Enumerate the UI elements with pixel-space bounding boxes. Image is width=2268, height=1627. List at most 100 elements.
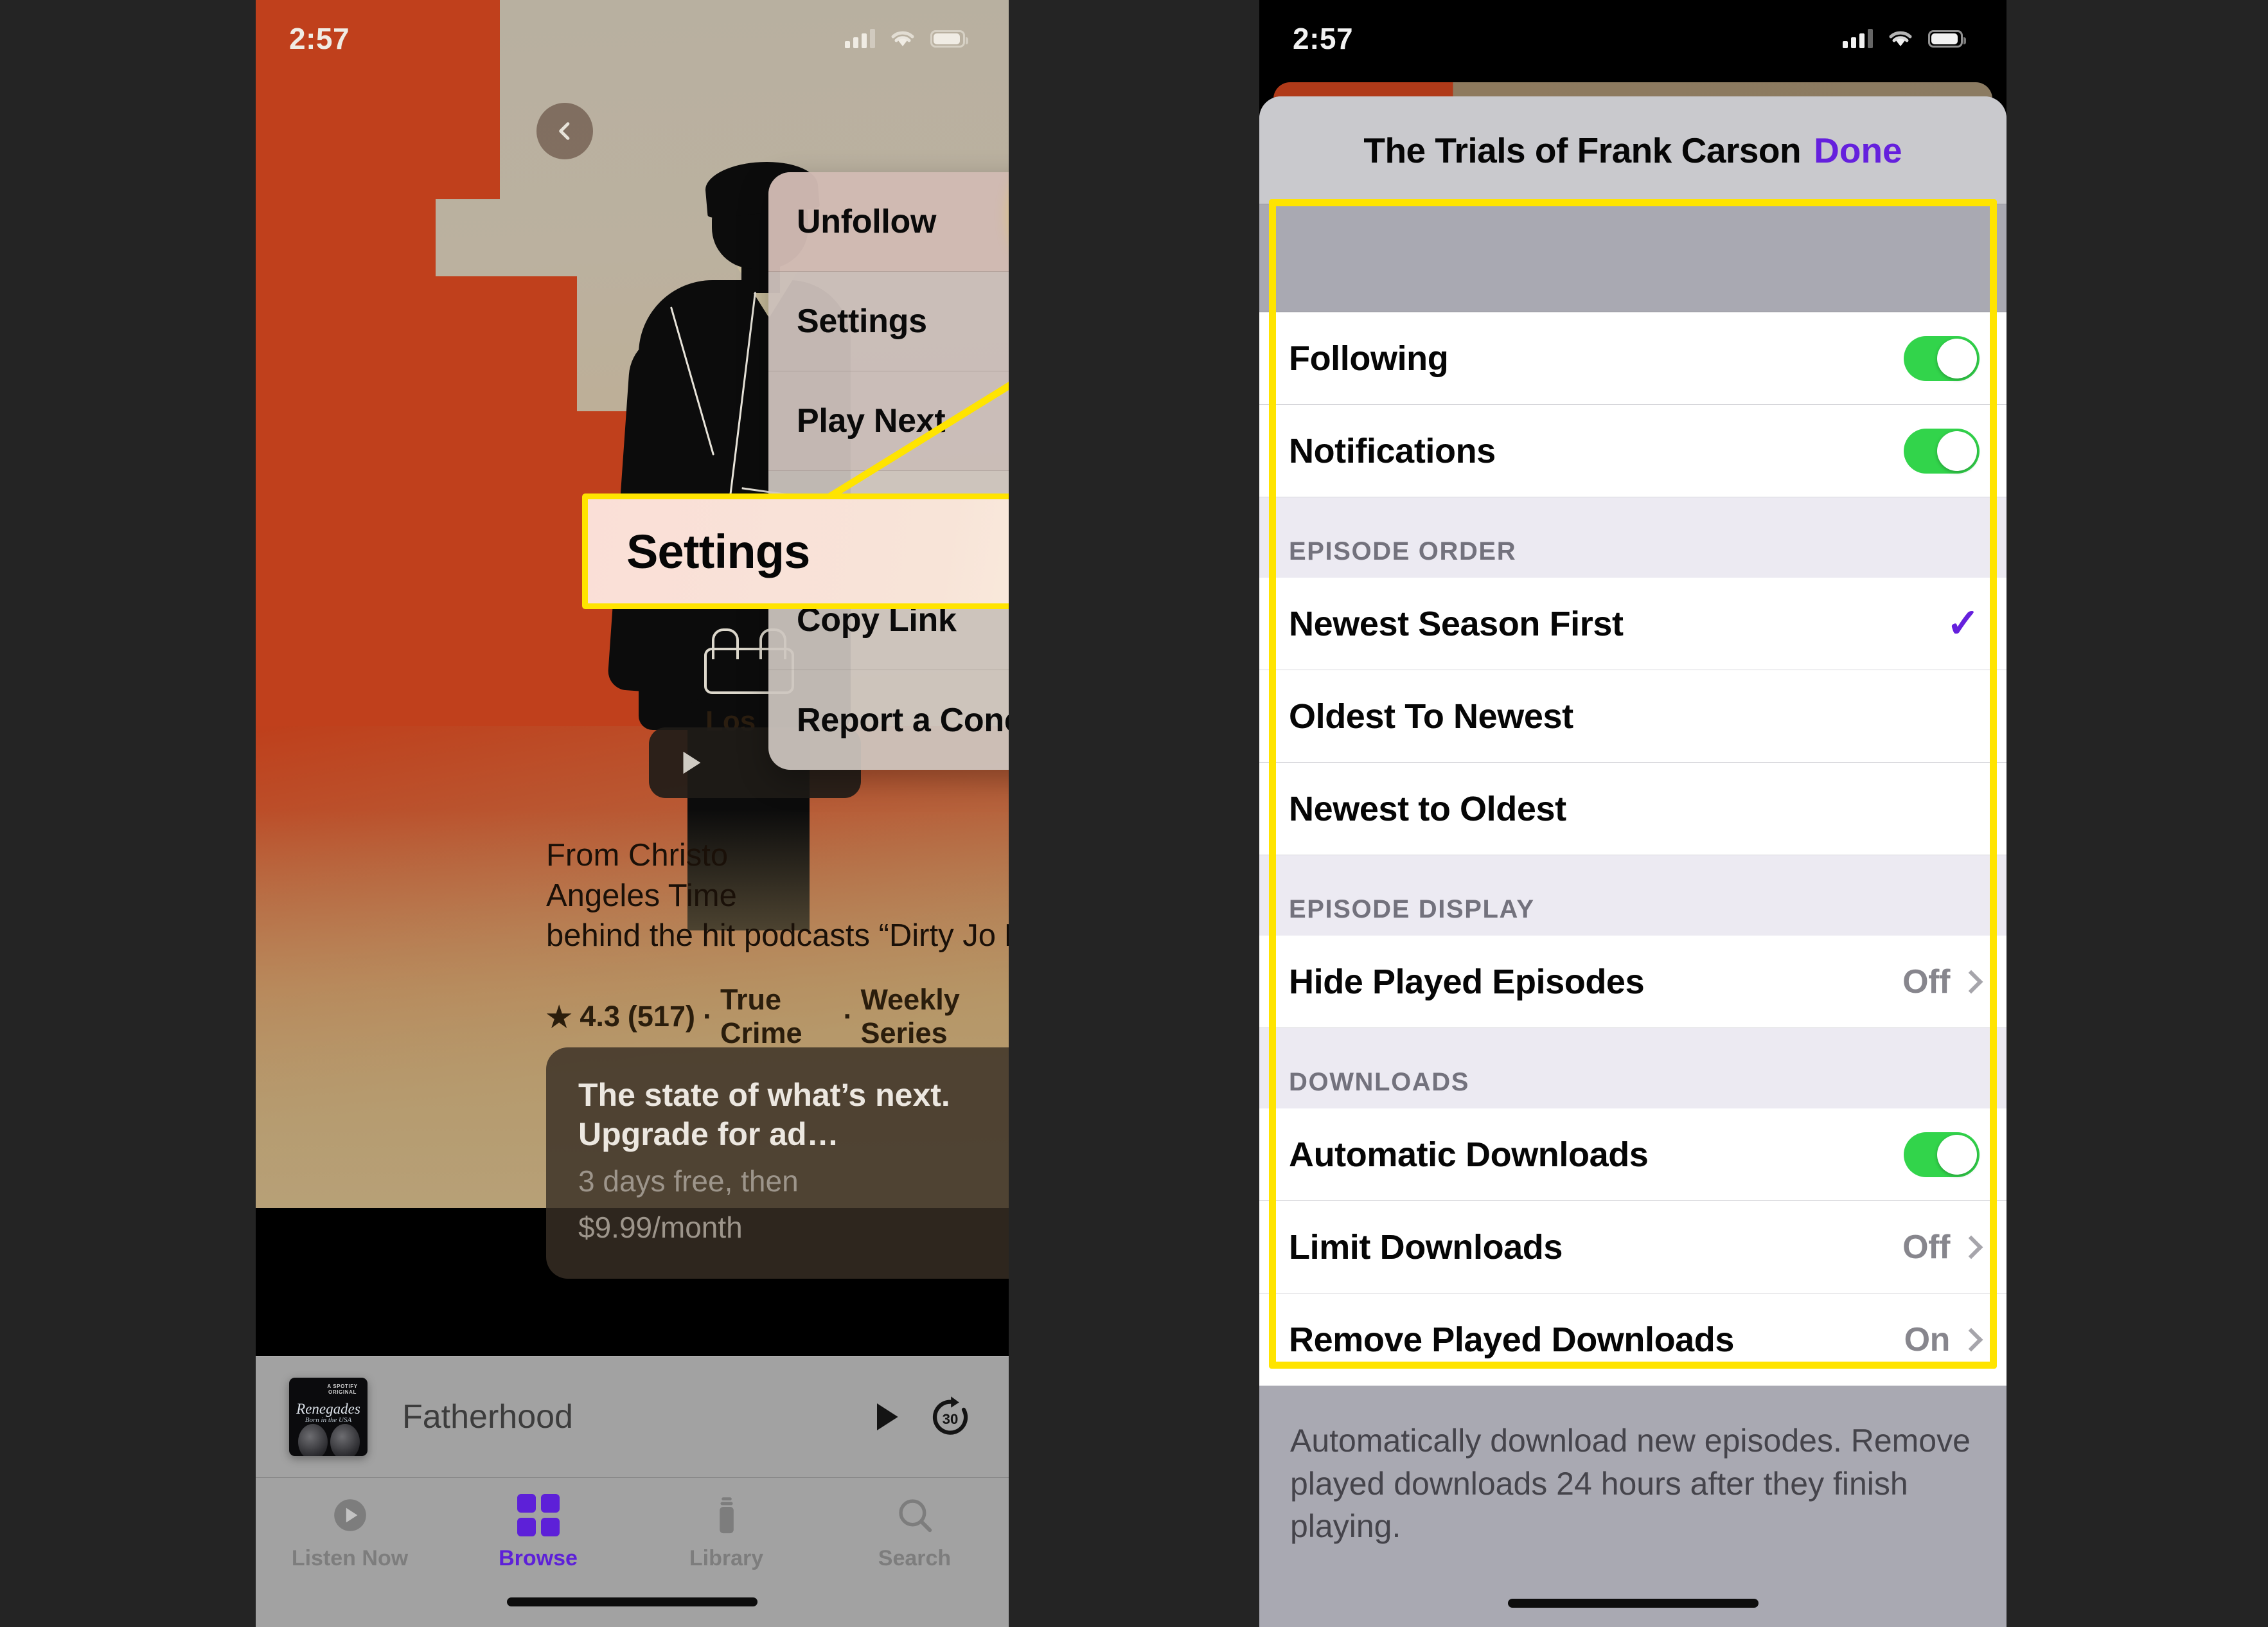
battery-icon	[930, 30, 968, 48]
desc-line-2: Angeles Time	[546, 878, 737, 913]
skip-forward-30-icon: 30	[932, 1396, 968, 1435]
tab-library[interactable]: Library	[632, 1492, 820, 1571]
tab-browse[interactable]: Browse	[444, 1492, 632, 1571]
tab-listen-now[interactable]: Listen Now	[256, 1492, 444, 1571]
promo-title: The state of what’s next. Upgrade for ad…	[578, 1077, 950, 1152]
settings-sheet: The Trials of Frank Carson Done Followin…	[1259, 96, 2007, 1627]
cadence-label: Weekly Series	[860, 983, 960, 1049]
downloads-footer-text: Automatically download new episodes. Rem…	[1290, 1423, 1971, 1544]
show-meta: ★ 4.3 (517) · True Crime · Weekly Series	[546, 983, 1009, 1050]
tab-label: Library	[689, 1546, 764, 1570]
row-label: Hide Played Episodes	[1289, 962, 1645, 1001]
row-newest-season-first[interactable]: Newest Season First ✓	[1259, 578, 2007, 670]
row-label: Remove Played Downloads	[1289, 1320, 1735, 1359]
cellular-signal-icon	[1843, 29, 1873, 48]
row-remove-played-downloads[interactable]: Remove Played Downloads On	[1259, 1294, 2007, 1386]
home-indicator	[1507, 1599, 1759, 1608]
browse-grid-icon	[517, 1492, 560, 1538]
status-time: 2:57	[289, 22, 350, 55]
subscription-promo-card[interactable]: The state of what’s next. Upgrade for ad…	[546, 1047, 1009, 1279]
left-phone-screen: 2:57 From Christo Angeles Time behind th…	[256, 0, 1009, 1627]
callout-settings-highlight[interactable]: Settings	[582, 493, 1009, 609]
star-icon: ★	[546, 1000, 572, 1033]
desc-line-1: From Christo	[546, 838, 729, 873]
row-label: Automatic Downloads	[1289, 1135, 1649, 1174]
row-label: Notifications	[1289, 431, 1496, 470]
tab-label: Search	[878, 1546, 952, 1570]
row-label: Limit Downloads	[1289, 1227, 1563, 1267]
screenshot-stage: 2:57 From Christo Angeles Time behind th…	[0, 0, 2268, 1627]
rating-value: 4.3	[580, 1000, 620, 1033]
menu-item-settings[interactable]: Settings	[768, 272, 1009, 371]
notifications-toggle[interactable]	[1904, 428, 1980, 474]
listen-now-icon	[330, 1492, 370, 1538]
menu-item-label: Unfollow	[797, 203, 937, 240]
search-icon	[895, 1492, 935, 1538]
tab-search[interactable]: Search	[820, 1492, 1009, 1571]
genre-label: True Crime	[720, 983, 802, 1049]
home-indicator	[507, 1597, 757, 1606]
mini-player[interactable]: A SPOTIFY ORIGINAL Renegades Born in the…	[256, 1356, 1009, 1478]
svg-text:30: 30	[943, 1411, 959, 1427]
following-toggle[interactable]	[1904, 335, 1980, 381]
row-notifications[interactable]: Notifications	[1259, 405, 2007, 497]
meta-sep-1: ·	[702, 1000, 713, 1033]
meta-sep-2: ·	[843, 1000, 853, 1033]
row-label: Newest Season First	[1289, 604, 1624, 643]
more-link[interactable]: MORE	[1005, 918, 1009, 953]
row-following[interactable]: Following	[1259, 312, 2007, 405]
row-value: On	[1904, 1320, 1951, 1358]
section-header-episode-display: EPISODE DISPLAY	[1259, 855, 2007, 936]
show-description: From Christo Angeles Time behind the hit…	[546, 835, 1009, 956]
row-value: Off	[1902, 963, 1950, 1000]
row-oldest-to-newest[interactable]: Oldest To Newest	[1259, 670, 2007, 763]
menu-item-label: Report a Concern	[797, 701, 1009, 739]
artwork-title: Renegades	[296, 1401, 360, 1417]
done-button[interactable]: Done	[1814, 130, 1902, 171]
menu-item-report-a-concern[interactable]: Report a Concern	[768, 670, 1009, 770]
show-context-menu: Unfollow Settings Play Next Share Show	[768, 172, 1009, 770]
chevron-right-icon	[1959, 1328, 1983, 1351]
play-icon	[877, 1403, 898, 1430]
row-hide-played-episodes[interactable]: Hide Played Episodes Off	[1259, 936, 2007, 1028]
mini-player-artwork: A SPOTIFY ORIGINAL Renegades Born in the…	[289, 1378, 368, 1456]
mini-player-title: Fatherhood	[402, 1398, 573, 1436]
menu-item-unfollow[interactable]: Unfollow	[768, 172, 1009, 272]
automatic-downloads-toggle[interactable]	[1904, 1132, 1980, 1177]
battery-icon	[1928, 30, 1966, 48]
rating-count: (517)	[627, 1000, 695, 1033]
right-phone-screen: 2:57 The Trials of Frank Carson Done Fol…	[1259, 0, 2007, 1627]
wifi-icon	[891, 31, 914, 46]
row-label: Following	[1289, 339, 1449, 378]
row-newest-to-oldest[interactable]: Newest to Oldest	[1259, 763, 2007, 855]
menu-item-label: Settings	[797, 303, 927, 340]
right-status-bar: 2:57	[1259, 0, 2007, 77]
back-button[interactable]	[536, 103, 593, 159]
section-header-downloads: DOWNLOADS	[1259, 1028, 2007, 1108]
wifi-icon	[1889, 31, 1912, 46]
desc-line-3: behind the hit podcasts “Dirty Jo	[546, 918, 996, 954]
artwork-subtitle: Born in the USA	[305, 1416, 352, 1424]
row-limit-downloads[interactable]: Limit Downloads Off	[1259, 1201, 2007, 1294]
menu-item-play-next[interactable]: Play Next	[768, 371, 1009, 471]
promo-subtitle-2: $9.99/month	[578, 1210, 743, 1244]
chevron-right-icon	[1959, 970, 1983, 993]
row-automatic-downloads[interactable]: Automatic Downloads	[1259, 1108, 2007, 1201]
play-icon	[683, 751, 701, 774]
row-value: Off	[1902, 1228, 1950, 1266]
status-time: 2:57	[1293, 22, 1354, 55]
callout-settings-label: Settings	[626, 524, 810, 578]
section-header-episode-order: EPISODE ORDER	[1259, 497, 2007, 578]
promo-subtitle-1: 3 days free, then	[578, 1164, 799, 1198]
sheet-spacer	[1259, 204, 2007, 312]
artwork-tag: A SPOTIFY ORIGINAL	[327, 1383, 358, 1395]
sheet-navigation-bar: The Trials of Frank Carson Done	[1259, 96, 2007, 204]
row-label: Newest to Oldest	[1289, 789, 1566, 828]
left-status-bar: 2:57	[256, 0, 1009, 77]
mini-player-play-button[interactable]	[861, 1392, 911, 1442]
cellular-signal-icon	[845, 29, 875, 48]
menu-item-label: Play Next	[797, 402, 946, 440]
library-icon	[710, 1492, 743, 1538]
sheet-title: The Trials of Frank Carson	[1363, 130, 1802, 170]
mini-player-skip-forward-button[interactable]: 30	[925, 1392, 975, 1442]
